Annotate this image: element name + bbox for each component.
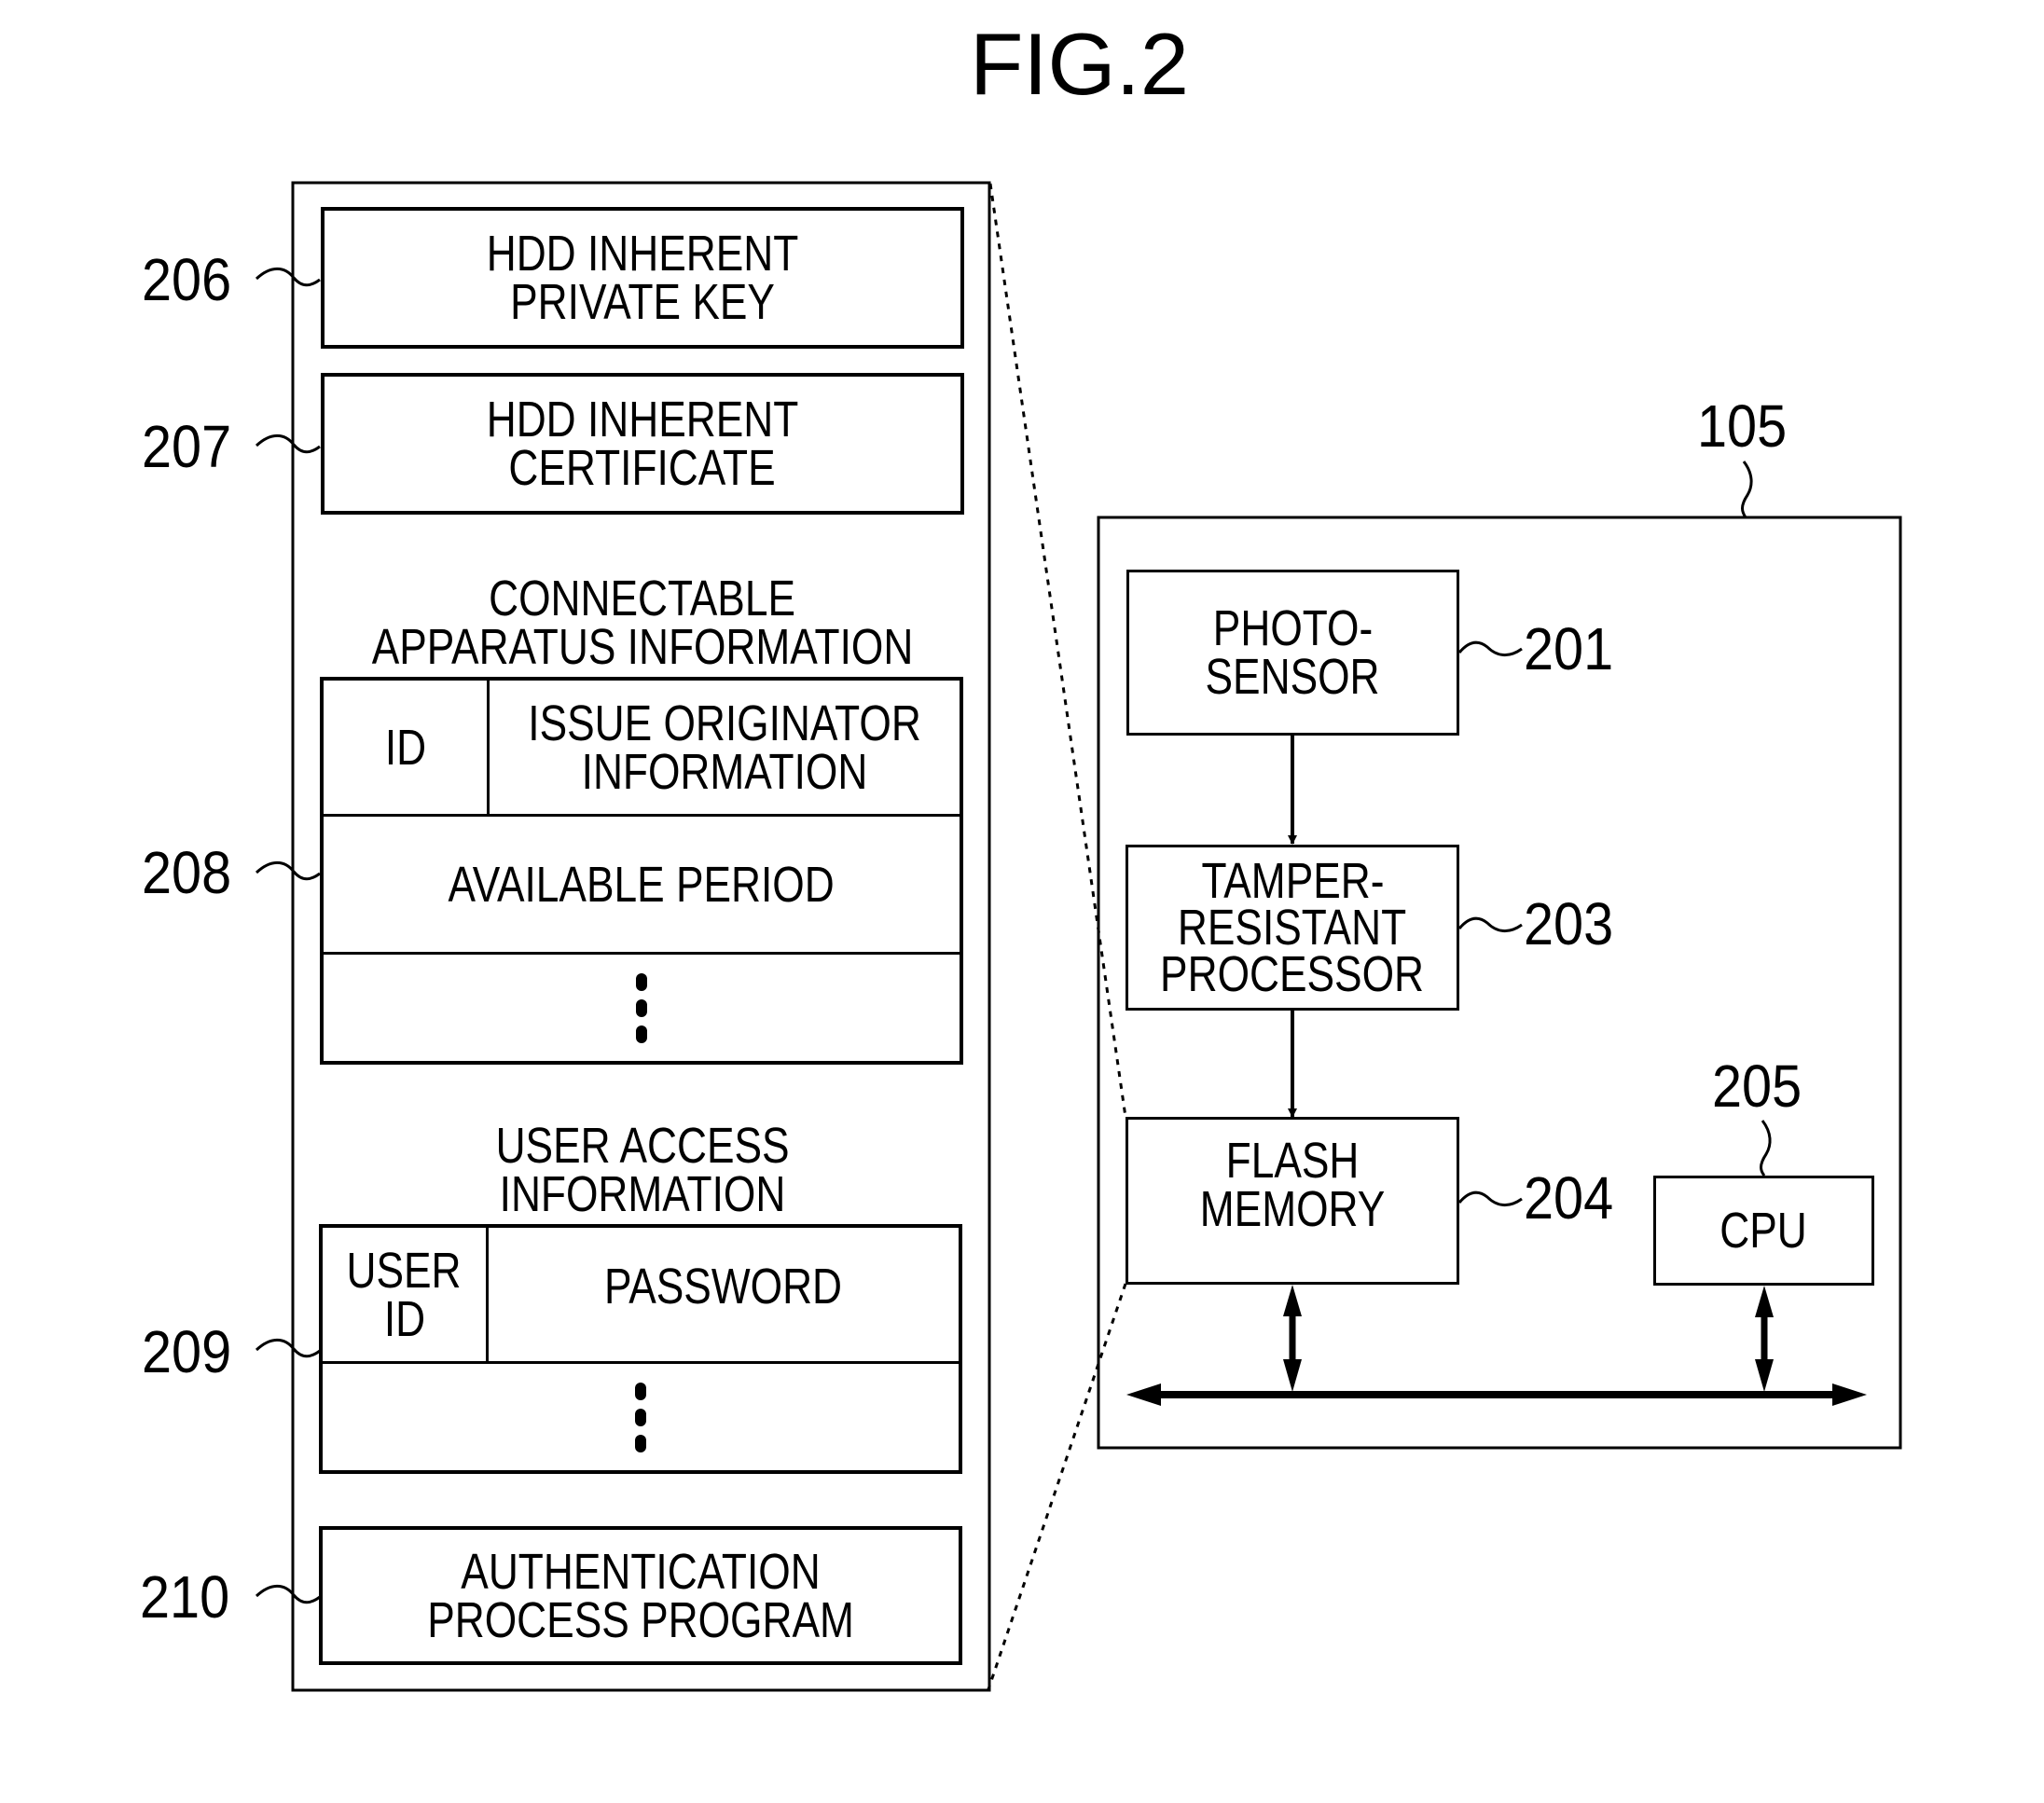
leader-209	[255, 1338, 321, 1358]
leader-204	[1457, 1191, 1523, 1206]
ref-label-204: 204	[1524, 1164, 1614, 1232]
tamper-resistant-processor-block: TAMPER- RESISTANT PROCESSOR	[1126, 845, 1459, 1011]
vertical-ellipsis-icon	[324, 955, 960, 1061]
system-bus	[1126, 1383, 1867, 1406]
connectable-apparatus-table: ID ISSUE ORIGINATOR INFORMATION AVAILABL…	[320, 677, 963, 1065]
flash-memory-block: FLASH MEMORY	[1126, 1117, 1459, 1285]
user-access-table: USER ID PASSWORD	[319, 1224, 962, 1474]
zoom-link-bottom	[987, 1283, 1127, 1690]
connectable-apparatus-heading: CONNECTABLE APPARATUS INFORMATION	[371, 571, 914, 675]
user-id-cell: USER ID	[323, 1228, 489, 1364]
arrow-flash-bus	[1283, 1285, 1302, 1392]
password-label: PASSWORD	[604, 1258, 843, 1314]
private-key-box: HDD INHERENT PRIVATE KEY	[321, 207, 964, 349]
ref-label-208: 208	[142, 839, 232, 906]
ref-label-207: 207	[142, 413, 232, 480]
ref-label-205: 205	[1712, 1053, 1802, 1120]
leader-105	[1741, 461, 1753, 518]
connector-layer	[255, 181, 1902, 1692]
auth-program-box: AUTHENTICATION PROCESS PROGRAM	[319, 1526, 962, 1665]
photo-sensor-label: PHOTO- SENSOR	[1205, 600, 1381, 705]
user-access-heading: USER ACCESS INFORMATION	[495, 1118, 790, 1222]
ref-label-210: 210	[140, 1563, 230, 1631]
ref-label-201: 201	[1524, 615, 1614, 682]
cpu-label: CPU	[1719, 1203, 1808, 1259]
certificate-label: HDD INHERENT CERTIFICATE	[486, 392, 799, 496]
leader-207	[255, 434, 321, 454]
user-id-label: USER ID	[346, 1242, 463, 1347]
private-key-label: HDD INHERENT PRIVATE KEY	[486, 226, 799, 330]
photo-sensor-block: PHOTO- SENSOR	[1126, 570, 1459, 736]
ref-label-206: 206	[142, 246, 232, 313]
arrow-cpu-bus	[1755, 1286, 1774, 1392]
ref-label-105: 105	[1697, 392, 1788, 460]
certificate-box: HDD INHERENT CERTIFICATE	[321, 373, 964, 515]
id-cell: ID	[324, 681, 490, 817]
vertical-ellipsis-icon	[323, 1364, 959, 1470]
leader-208	[255, 860, 321, 881]
leader-210	[255, 1584, 321, 1604]
issue-originator-label: ISSUE ORIGINATOR INFORMATION	[528, 695, 921, 800]
auth-program-label: AUTHENTICATION PROCESS PROGRAM	[427, 1543, 854, 1648]
cpu-block: CPU	[1653, 1176, 1874, 1286]
ref-label-209: 209	[142, 1318, 232, 1385]
figure-canvas: FIG.2 206 207 208 209 210 105 201 203 20…	[0, 0, 2044, 1803]
flash-memory-label: FLASH MEMORY	[1199, 1133, 1386, 1237]
leader-203	[1457, 916, 1523, 932]
ref-label-203: 203	[1524, 890, 1614, 957]
issue-originator-cell: ISSUE ORIGINATOR INFORMATION	[490, 681, 960, 817]
leader-201	[1457, 640, 1523, 656]
available-period-label: AVAILABLE PERIOD	[448, 856, 836, 913]
leader-205	[1760, 1120, 1772, 1177]
id-label: ID	[384, 719, 426, 776]
available-period-cell: AVAILABLE PERIOD	[324, 817, 960, 955]
zoom-link-top	[988, 183, 1127, 1118]
password-cell: PASSWORD	[489, 1228, 959, 1364]
tamper-resistant-processor-label: TAMPER- RESISTANT PROCESSOR	[1160, 853, 1425, 1002]
leader-206	[255, 267, 321, 287]
